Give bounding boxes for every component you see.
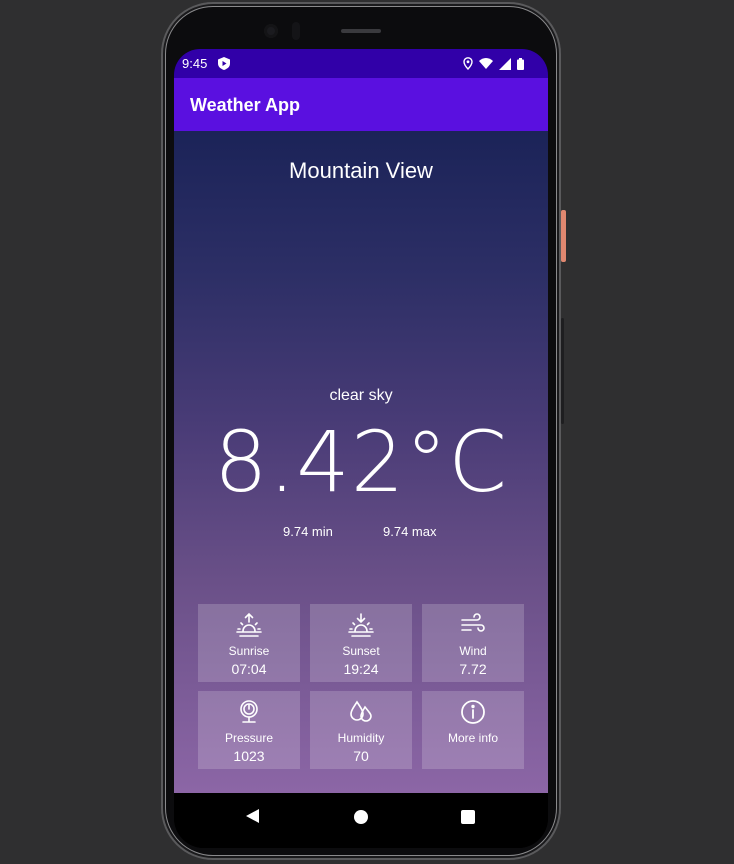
power-button[interactable] [561, 210, 566, 262]
navigation-bar [174, 793, 548, 848]
signal-icon [499, 57, 511, 70]
app-title: Weather App [190, 95, 301, 115]
status-time: 9:45 [182, 56, 208, 71]
battery-icon [517, 57, 524, 70]
sunset-icon [348, 613, 374, 637]
tile-label: More info [447, 731, 499, 745]
tile-value: 70 [353, 748, 369, 764]
info-icon [461, 700, 485, 724]
front-camera [264, 24, 278, 38]
tile-value: 19:24 [343, 661, 379, 677]
tile-label: Humidity [337, 731, 385, 745]
tile-pressure[interactable]: Pressure 1023 [198, 691, 300, 769]
tile-label: Wind [459, 644, 487, 658]
recents-button[interactable] [461, 810, 475, 824]
tile-value: 7.72 [459, 661, 487, 677]
sunrise-icon [236, 612, 262, 637]
earpiece-speaker [341, 29, 381, 33]
min-temperature: 9.74 min [283, 524, 333, 539]
pressure-icon [240, 700, 258, 723]
home-button[interactable] [354, 810, 368, 824]
tile-more-info[interactable]: More info [422, 691, 524, 769]
shield-play-icon [218, 57, 230, 70]
tile-wind[interactable]: Wind 7.72 [422, 604, 524, 682]
location-icon [463, 57, 473, 70]
app-bar: Weather App [174, 78, 548, 131]
proximity-sensor [292, 22, 300, 40]
tile-value: 1023 [233, 748, 265, 764]
tile-sunset[interactable]: Sunset 19:24 [310, 604, 412, 682]
status-bar: 9:45 [174, 49, 548, 78]
wind-icon [461, 613, 485, 632]
weather-description: clear sky [329, 387, 393, 404]
current-temperature: 8.42°C [214, 413, 508, 511]
tile-label: Sunrise [228, 644, 270, 658]
max-temperature: 9.74 max [383, 524, 437, 539]
back-button[interactable] [246, 809, 259, 823]
humidity-icon [350, 700, 372, 722]
tile-label: Pressure [224, 731, 274, 745]
wifi-icon [479, 57, 493, 69]
tile-sunrise[interactable]: Sunrise 07:04 [198, 604, 300, 682]
screen: 9:45 Weather App Mountain View clear sky… [174, 49, 548, 848]
city-name: Mountain View [289, 158, 433, 183]
tile-humidity[interactable]: Humidity 70 [310, 691, 412, 769]
volume-button[interactable] [561, 318, 564, 424]
tile-label: Sunset [342, 644, 380, 658]
details-grid: Sunrise 07:04 Sunset 19:24 Wind 7.72 Pre… [198, 604, 524, 769]
tile-value: 07:04 [231, 661, 267, 677]
weather-content: Mountain View clear sky 8.42°C 9.74 min … [174, 131, 548, 793]
